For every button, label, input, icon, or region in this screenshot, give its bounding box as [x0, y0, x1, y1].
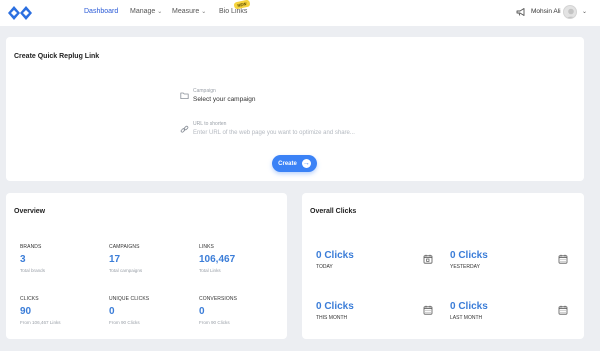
calendar-icon[interactable]: [558, 254, 568, 264]
quick-link-title: Create Quick Replug Link: [14, 53, 100, 60]
stat-campaigns-label: CAMPAIGNS: [109, 244, 140, 250]
url-input[interactable]: Enter URL of the web page you want to op…: [193, 130, 355, 136]
overview-card: Overview BRANDS 3 Total brands CAMPAIGNS…: [6, 193, 287, 339]
clicks-today-value: 0 Clicks: [316, 250, 354, 261]
calendar-icon[interactable]: [558, 305, 568, 315]
chevron-down-icon[interactable]: ⌄: [582, 0, 587, 24]
stat-brands-label: BRANDS: [20, 244, 42, 250]
link-icon: [180, 125, 189, 133]
create-button[interactable]: Create →: [272, 155, 317, 172]
stat-links-value: 106,467: [199, 254, 236, 265]
nav-measure[interactable]: Measure ⌄: [172, 0, 206, 24]
clicks-this-month-label: THIS MONTH: [316, 315, 348, 321]
stat-links-label: LINKS: [199, 244, 214, 250]
stat-conversions-value: 0: [199, 306, 205, 317]
campaign-label: Campaign: [193, 88, 216, 94]
stat-links-sub: Total Links: [199, 268, 221, 273]
nav-dashboard-label: Dashboard: [84, 8, 119, 15]
chevron-down-icon: ⌄: [157, 9, 163, 15]
avatar[interactable]: [563, 5, 577, 19]
overall-clicks-title: Overall Clicks: [310, 208, 357, 215]
stat-unique-clicks-value: 0: [109, 306, 115, 317]
top-navbar: Dashboard Manage ⌄ Measure ⌄ Bio Links N…: [0, 0, 600, 26]
arrow-right-icon: →: [301, 159, 311, 168]
nav-manage[interactable]: Manage ⌄: [130, 0, 162, 24]
megaphone-icon[interactable]: [516, 7, 526, 17]
clicks-yesterday-label: YESTERDAY: [450, 264, 480, 270]
stat-campaigns-sub: Total campaigns: [109, 268, 143, 273]
stat-clicks-sub: From 106,467 Links: [20, 320, 61, 325]
campaign-select[interactable]: Select your campaign: [193, 96, 256, 103]
nav-manage-label: Manage: [130, 8, 156, 15]
stat-conversions-sub: From 90 Clicks: [199, 320, 230, 325]
user-name[interactable]: Mohsin Ali: [531, 0, 561, 24]
stat-unique-clicks-label: UNIQUE CLICKS: [109, 296, 150, 302]
stat-clicks-label: CLICKS: [20, 296, 39, 302]
create-button-label: Create: [278, 160, 297, 167]
stat-brands-value: 3: [20, 254, 26, 265]
clicks-yesterday-value: 0 Clicks: [450, 250, 488, 261]
stat-brands-sub: Total brands: [20, 268, 46, 273]
clicks-last-month-value: 0 Clicks: [450, 301, 488, 312]
calendar-day-icon[interactable]: [423, 254, 433, 264]
stat-unique-clicks-sub: From 90 Clicks: [109, 320, 140, 325]
stat-campaigns-value: 17: [109, 254, 121, 265]
overview-title: Overview: [14, 208, 46, 215]
replug-logo[interactable]: [7, 4, 33, 22]
overall-clicks-card: Overall Clicks 0 Clicks TODAY 0 Clicks Y…: [302, 193, 584, 339]
stat-clicks-value: 90: [20, 306, 32, 317]
nav-measure-label: Measure: [172, 8, 200, 15]
url-label: URL to shorten: [193, 121, 227, 127]
stat-conversions-label: CONVERSIONS: [199, 296, 238, 302]
calendar-icon[interactable]: [423, 305, 433, 315]
clicks-today-label: TODAY: [316, 264, 333, 270]
nav-dashboard[interactable]: Dashboard: [84, 0, 118, 24]
chevron-down-icon: ⌄: [201, 9, 207, 15]
avatar-user-icon: [566, 8, 576, 18]
clicks-last-month-label: LAST MONTH: [450, 315, 483, 321]
clicks-this-month-value: 0 Clicks: [316, 301, 354, 312]
folder-icon: [180, 92, 189, 99]
